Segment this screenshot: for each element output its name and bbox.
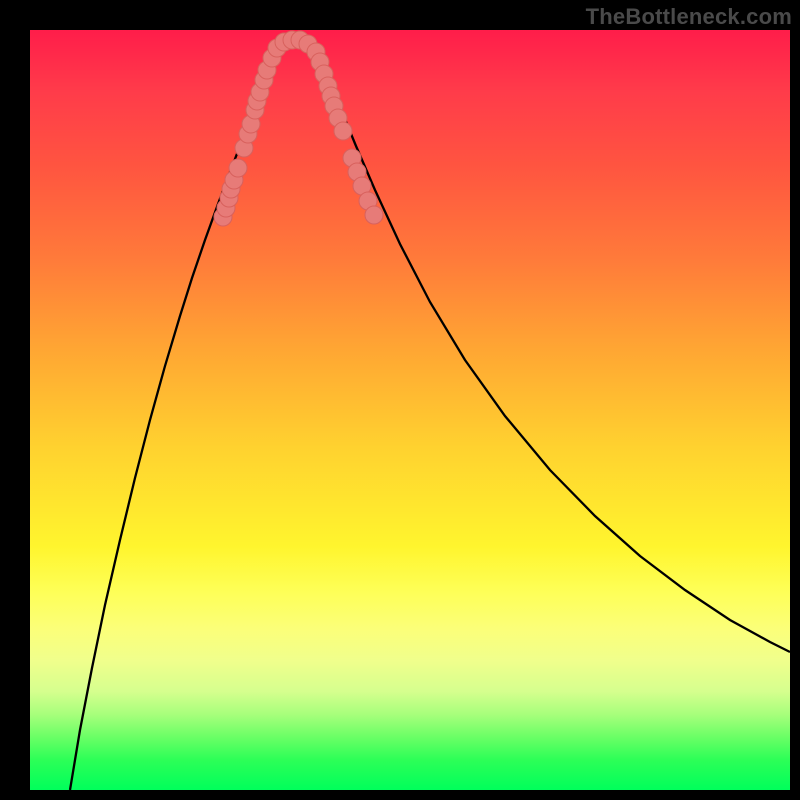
plot-area	[30, 30, 790, 790]
bottleneck-curve	[70, 37, 790, 790]
curve-group	[70, 37, 790, 790]
watermark-text: TheBottleneck.com	[586, 4, 792, 30]
chart-svg	[30, 30, 790, 790]
dots-group	[214, 31, 383, 226]
frame: TheBottleneck.com	[0, 0, 800, 800]
data-dot	[334, 122, 352, 140]
data-dot	[365, 206, 383, 224]
data-dot	[229, 159, 247, 177]
